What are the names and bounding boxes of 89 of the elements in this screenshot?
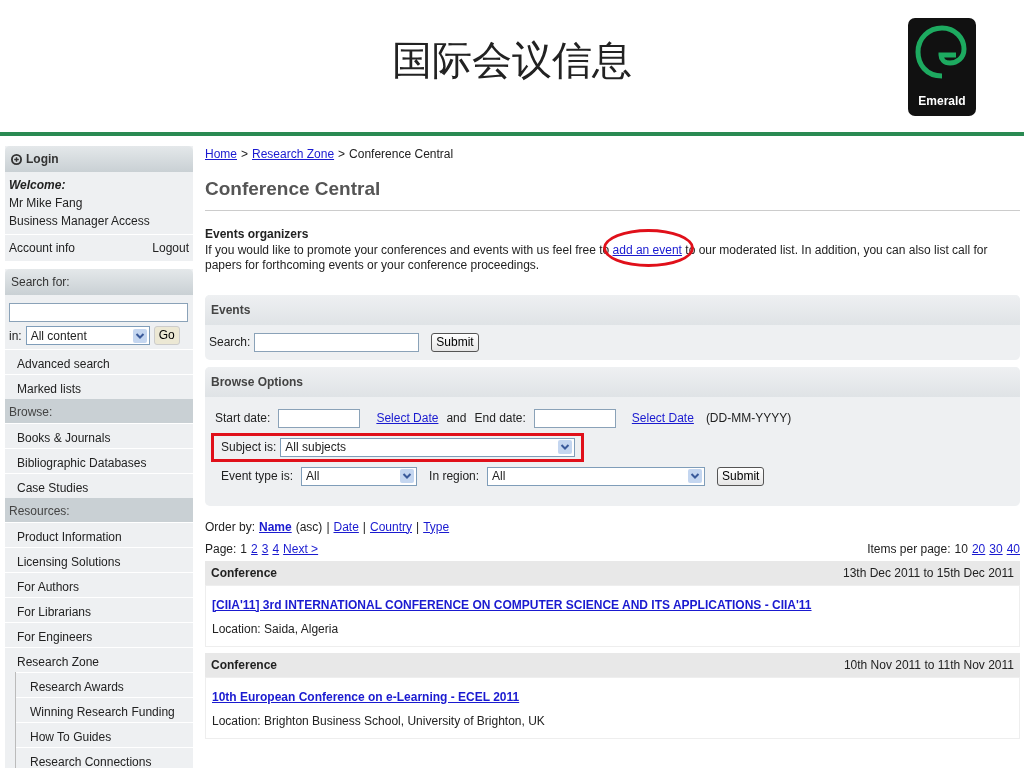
logout-link[interactable]: Logout	[152, 239, 189, 257]
breadcrumb-separator: >	[241, 146, 249, 163]
sidebar-link[interactable]: For Librarians	[5, 597, 193, 622]
sidebar-link[interactable]: Books & Journals	[5, 423, 193, 448]
section-title: Events organizers	[205, 225, 310, 243]
event-dates: 13th Dec 2011 to 15th Dec 2011	[843, 564, 1014, 582]
event-location: Location: Saida, Algeria	[212, 620, 340, 638]
search-header: Search for:	[5, 269, 193, 295]
end-date-field[interactable]	[533, 408, 616, 428]
select-date-link[interactable]: Select Date	[631, 409, 694, 427]
sidebar-link[interactable]: Bibliographic Databases	[5, 448, 193, 473]
chevron-icon	[688, 469, 703, 483]
sort-link[interactable]: Name	[259, 517, 292, 536]
section-header: Browse:	[5, 399, 193, 423]
user-name: Mr Mike Fang	[9, 195, 84, 212]
sidebar-link[interactable]: Research Awards	[16, 672, 193, 697]
plus-circle-icon	[11, 153, 22, 165]
chevron-icon	[558, 440, 573, 454]
sidebar-link[interactable]: Advanced search	[5, 349, 193, 374]
section-header: Resources:	[5, 498, 193, 522]
start-date-field[interactable]	[278, 408, 361, 428]
event-location: Location: Brighton Business School, University of Brighton, UK	[212, 712, 546, 730]
page-link[interactable]: 3	[261, 539, 269, 558]
event-title-link[interactable]: 10th European Conference on e-Learning - ECEL 2011	[212, 687, 520, 706]
current-page: 1	[240, 540, 248, 558]
search-field[interactable]	[254, 332, 420, 352]
sidebar-link[interactable]: Licensing Solutions	[5, 547, 193, 572]
scope-dropdown[interactable]: All content	[25, 326, 150, 345]
login-header[interactable]: Login	[5, 146, 193, 172]
sidebar-link[interactable]: Product Information	[5, 522, 193, 547]
event-dates: 10th Nov 2011 to 11th Nov 2011	[843, 656, 1014, 674]
field-label: In region:	[429, 468, 480, 485]
slide-title: 国际会议信息	[391, 36, 633, 80]
event-type: Conference	[211, 656, 278, 674]
separator: |	[416, 518, 420, 536]
page-heading: Conference Central	[205, 163, 1020, 211]
chevron-icon	[400, 469, 415, 483]
separator: |	[362, 518, 366, 536]
panel-title: Browse Options	[205, 366, 1020, 397]
event-type: Conference	[211, 564, 278, 582]
scope-label: in:	[9, 327, 22, 345]
order-label: Order by:	[205, 518, 255, 536]
field-label: Search:	[209, 334, 251, 351]
submit-button[interactable]: Submit	[717, 466, 765, 486]
next-page-link[interactable]: Next >	[283, 539, 319, 558]
select-date-link[interactable]: Select Date	[376, 409, 439, 427]
sort-link[interactable]: Type	[423, 517, 450, 536]
welcome-label: Welcome:	[9, 177, 67, 194]
panel-title: Events	[205, 294, 1020, 325]
page-size-link[interactable]: 40	[1006, 539, 1020, 558]
breadcrumb-link[interactable]: Research Zone	[252, 145, 335, 163]
go-button[interactable]: Go	[153, 326, 180, 345]
separator: |	[326, 518, 330, 536]
breadcrumb-current: Conference Central	[349, 146, 454, 163]
page-size-link[interactable]: 30	[989, 539, 1003, 558]
sort-direction: (asc)	[295, 518, 323, 536]
field-label: Subject is:	[221, 439, 277, 456]
field-label: End date:	[474, 410, 526, 427]
search-field[interactable]	[9, 303, 188, 322]
breadcrumb-separator: >	[338, 146, 346, 163]
sort-link[interactable]: Date	[333, 517, 359, 536]
field-label: Event type is:	[221, 468, 294, 485]
sidebar-link[interactable]: How To Guides	[16, 722, 193, 747]
breadcrumb-link[interactable]: Home	[205, 145, 237, 163]
sidebar-link[interactable]: For Engineers	[5, 622, 193, 647]
account-info-link[interactable]: Account info	[9, 239, 76, 257]
emerald-logo: Emerald	[908, 18, 976, 116]
sidebar-link[interactable]: Research Zone	[5, 647, 193, 672]
sidebar-link[interactable]: For Authors	[5, 572, 193, 597]
region-dropdown[interactable]: All	[487, 466, 706, 486]
page-size-link[interactable]: 20	[971, 539, 986, 558]
page-label: Page:	[205, 540, 237, 558]
submit-button[interactable]: Submit	[431, 332, 479, 352]
sort-link[interactable]: Country	[370, 517, 412, 536]
sidebar-link[interactable]: Research Connections	[16, 747, 193, 768]
current-page-size: 10	[954, 540, 968, 558]
add-event-link[interactable]: add an event	[612, 242, 682, 257]
page-link[interactable]: 4	[272, 539, 280, 558]
page-link[interactable]: 2	[251, 539, 258, 558]
access-level: Business Manager Access	[9, 213, 151, 230]
date-format-hint: (DD-MM-YYYY)	[705, 410, 792, 427]
chevron-icon	[132, 328, 147, 343]
sidebar-link[interactable]: Winning Research Funding	[16, 697, 193, 722]
field-label: Start date:	[215, 410, 271, 427]
subject-dropdown[interactable]: All subjects	[280, 437, 576, 457]
event-title-link[interactable]: [CIIA'11] 3rd INTERNATIONAL CONFERENCE ON COMPUTER SCIENCE AND ITS APPLICATIONS - CIIA'11	[212, 595, 812, 614]
event-type-dropdown[interactable]: All	[301, 466, 418, 486]
conjunction: and	[446, 410, 467, 427]
per-page-label: Items per page:	[867, 540, 951, 558]
